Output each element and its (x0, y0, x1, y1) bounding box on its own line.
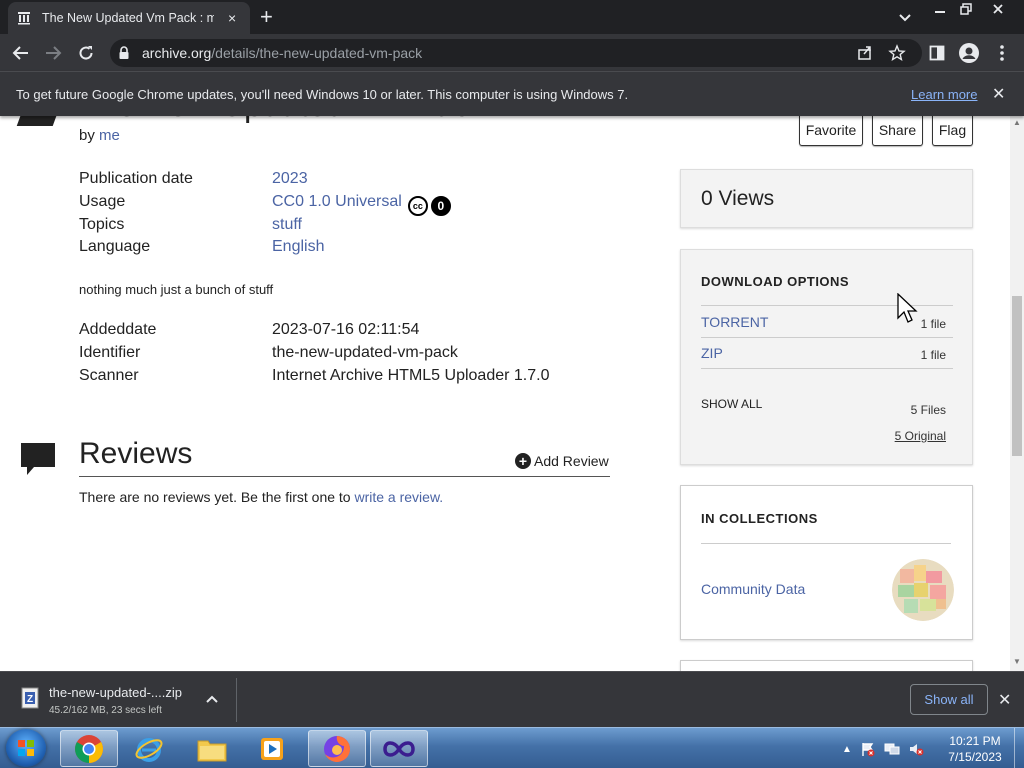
no-reviews-text: There are no reviews yet. Be the first o… (79, 489, 444, 505)
write-review-link[interactable]: write a review. (354, 489, 443, 505)
new-tab-button[interactable]: + (260, 6, 273, 28)
tray-expand-icon[interactable]: ▲ (842, 744, 852, 755)
collections-panel: IN COLLECTIONS Community Data (680, 485, 973, 640)
download-zip-link[interactable]: ZIP (701, 345, 723, 361)
collection-link[interactable]: Community Data (701, 581, 805, 597)
reviews-heading: Reviews (79, 437, 193, 470)
learn-more-link[interactable]: Learn more (911, 87, 977, 102)
lock-icon (119, 46, 129, 59)
divider (701, 337, 953, 338)
taskbar-file-explorer-icon[interactable] (183, 730, 241, 767)
divider (701, 368, 953, 369)
scroll-thumb[interactable] (1012, 296, 1022, 456)
publication-date-link[interactable]: 2023 (272, 170, 308, 188)
download-progress-status: 45.2/162 MB, 23 secs left (49, 705, 162, 716)
browser-titlebar: The New Updated Vm Pack : me : F × + (0, 0, 1024, 34)
volume-muted-icon[interactable] (908, 741, 924, 757)
next-panel (680, 660, 973, 671)
share-button[interactable]: Share (872, 116, 923, 146)
taskbar-chrome-icon[interactable] (60, 730, 118, 767)
mouse-cursor-icon (897, 293, 918, 323)
topic-link[interactable]: stuff (272, 216, 302, 234)
reviews-speech-bubble-icon (21, 443, 55, 475)
shelf-close-icon[interactable]: ✕ (998, 690, 1011, 710)
taskbar-media-player-icon[interactable] (243, 730, 301, 767)
total-files: 5 Files (910, 403, 946, 417)
network-icon[interactable] (884, 741, 900, 757)
download-options-heading: DOWNLOAD OPTIONS (701, 274, 850, 289)
creator-link[interactable]: me (99, 127, 120, 144)
action-center-flag-icon[interactable] (860, 741, 876, 757)
window-restore-icon[interactable] (954, 0, 978, 18)
svg-text:Z: Z (27, 694, 33, 705)
browser-toolbar: archive.org/details/the-new-updated-vm-p… (0, 34, 1024, 71)
show-all-downloads-button[interactable]: Show all (910, 684, 988, 715)
archive-favicon-icon (16, 10, 32, 26)
clock-time: 10:21 PM (949, 734, 1001, 748)
download-shelf: Z the-new-updated-....zip 45.2/162 MB, 2… (0, 671, 1024, 727)
share-page-icon[interactable] (856, 44, 874, 62)
item-description: nothing much just a bunch of stuff (79, 282, 274, 297)
torrent-file-count: 1 file (920, 317, 946, 331)
window-close-icon[interactable] (980, 0, 1016, 18)
taskbar-internet-explorer-icon[interactable] (120, 730, 178, 767)
collection-thumbnail-icon[interactable] (892, 559, 954, 621)
url-text: archive.org/details/the-new-updated-vm-p… (142, 45, 423, 61)
views-panel: 0 Views (680, 169, 973, 228)
taskbar-firefox-icon[interactable] (308, 730, 366, 767)
tab-close-icon[interactable]: × (228, 10, 236, 26)
download-options-panel: DOWNLOAD OPTIONS TORRENT 1 file ZIP 1 fi… (680, 249, 973, 465)
add-review-button[interactable]: + Add Review (515, 453, 609, 469)
license-link[interactable]: CC0 1.0 Universal (272, 193, 402, 210)
browser-menu-icon[interactable] (991, 42, 1013, 64)
scroll-down-icon[interactable]: ▼ (1013, 657, 1021, 666)
taskbar-clock[interactable]: 10:21 PM 7/15/2023 (940, 733, 1010, 765)
favorite-button[interactable]: Favorite (799, 116, 863, 146)
show-desktop-button[interactable] (1014, 728, 1024, 768)
reviews-divider (79, 476, 610, 477)
clock-date: 7/15/2023 (948, 750, 1002, 764)
bookmark-star-icon[interactable] (888, 44, 906, 62)
infobar-message: To get future Google Chrome updates, you… (16, 87, 629, 102)
tab-search-chevron-icon[interactable] (896, 8, 914, 26)
infobar-close-icon[interactable]: ✕ (992, 84, 1005, 104)
cc-icon: cc (407, 196, 428, 216)
public-domain-zero-icon: 0 (430, 196, 451, 216)
cc-zero-icons[interactable]: cc 0 (407, 196, 451, 216)
browser-tab[interactable]: The New Updated Vm Pack : me : F × (8, 2, 250, 34)
system-tray: ▲ (842, 734, 924, 764)
language-link[interactable]: English (272, 238, 324, 256)
collections-heading: IN COLLECTIONS (701, 511, 818, 526)
download-options-chevron-icon[interactable] (205, 692, 219, 706)
views-count: 0 Views (701, 187, 775, 210)
profile-avatar-icon[interactable] (958, 42, 980, 64)
window-minimize-icon[interactable] (928, 0, 952, 18)
item-title: The New Updated Vm Pack (79, 116, 486, 124)
shelf-divider (236, 678, 237, 722)
zip-file-count: 1 file (920, 348, 946, 362)
start-button-icon[interactable] (6, 729, 46, 767)
address-bar[interactable]: archive.org/details/the-new-updated-vm-p… (110, 39, 922, 67)
page-scrollbar[interactable]: ▲ ▼ (1010, 116, 1024, 671)
original-files-link[interactable]: 5 Original (895, 429, 946, 443)
taskbar-app-icon[interactable] (370, 730, 428, 767)
show-all-link[interactable]: SHOW ALL (701, 397, 762, 411)
flag-button[interactable]: Flag (932, 116, 973, 146)
item-type-icon (16, 116, 60, 126)
zip-file-icon[interactable]: Z (20, 687, 40, 709)
scroll-up-icon[interactable]: ▲ (1013, 118, 1021, 127)
tab-title: The New Updated Vm Pack : me : F (42, 11, 214, 25)
download-file-name[interactable]: the-new-updated-....zip (49, 685, 182, 700)
add-icon: + (515, 453, 531, 469)
windows-taskbar: ▲ 10:21 PM 7/15/2023 (0, 727, 1024, 768)
reload-icon[interactable] (75, 42, 97, 64)
side-panel-icon[interactable] (926, 42, 948, 64)
divider (701, 543, 951, 544)
page-content: The New Updated Vm Pack by me Favorite S… (0, 116, 1010, 671)
forward-arrow-icon[interactable] (42, 42, 64, 64)
back-arrow-icon[interactable] (10, 42, 32, 64)
download-torrent-link[interactable]: TORRENT (701, 314, 768, 330)
update-infobar: To get future Google Chrome updates, you… (0, 71, 1024, 116)
byline: by me (79, 127, 120, 144)
